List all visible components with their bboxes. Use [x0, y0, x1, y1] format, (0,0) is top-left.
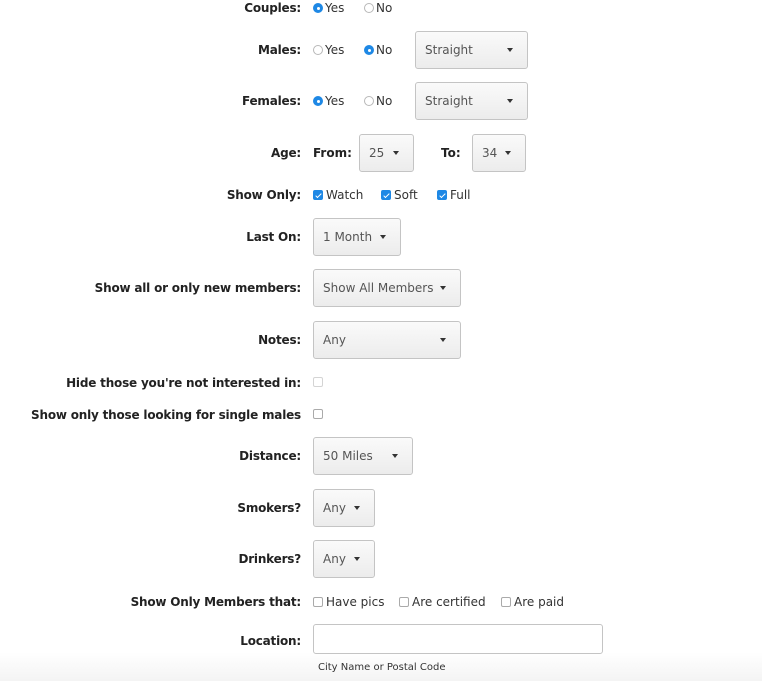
caret-down-icon	[354, 506, 360, 510]
females-no-radio[interactable]: No	[364, 94, 392, 108]
single-males-checkbox[interactable]	[313, 409, 326, 419]
caret-down-icon	[507, 48, 513, 52]
distance-select[interactable]: 50 Miles	[313, 437, 413, 475]
checkbox-unchecked-icon	[313, 597, 323, 607]
select-value: 50 Miles	[323, 449, 373, 463]
females-yes-radio[interactable]: Yes	[313, 94, 344, 108]
checkbox-label: Have pics	[326, 595, 385, 609]
radio-selected-icon	[313, 3, 323, 13]
show-only-soft-checkbox[interactable]: Soft	[381, 188, 418, 202]
distance-label: Distance:	[239, 449, 301, 463]
caret-down-icon	[354, 557, 360, 561]
caret-down-icon	[380, 235, 386, 239]
age-from-label: From:	[313, 146, 352, 160]
radio-label: No	[376, 43, 393, 57]
females-label: Females:	[241, 94, 301, 108]
checkbox-unchecked-icon	[313, 409, 323, 419]
females-orientation-select[interactable]: Straight	[415, 82, 528, 120]
show-only-watch-checkbox[interactable]: Watch	[313, 188, 363, 202]
smokers-label: Smokers?	[237, 501, 301, 515]
age-to-select[interactable]: 34	[472, 134, 526, 172]
checkbox-label: Watch	[326, 188, 364, 202]
radio-label: Yes	[325, 94, 345, 108]
location-label: Location:	[240, 634, 301, 648]
single-males-label: Show only those looking for single males	[31, 408, 301, 422]
select-value: Show All Members	[323, 281, 434, 295]
males-orientation-select[interactable]: Straight	[415, 31, 528, 69]
select-value: Straight	[425, 94, 473, 108]
last-on-label: Last On:	[246, 230, 301, 244]
caret-down-icon	[440, 286, 446, 290]
new-members-label: Show all or only new members:	[94, 281, 302, 295]
checkbox-checked-icon	[381, 190, 391, 200]
radio-label: No	[376, 1, 393, 15]
radio-selected-icon	[313, 96, 323, 106]
select-value: 1 Month	[323, 230, 373, 244]
select-value: 25	[369, 146, 385, 160]
age-from-select[interactable]: 25	[359, 134, 414, 172]
caret-down-icon	[393, 151, 399, 155]
couples-yes-radio[interactable]: Yes	[313, 1, 344, 15]
caret-down-icon	[507, 99, 513, 103]
caret-down-icon	[440, 338, 446, 342]
hide-not-interested-checkbox[interactable]	[313, 377, 326, 387]
checkbox-unchecked-icon	[399, 597, 409, 607]
checkbox-label: Are certified	[412, 595, 486, 609]
radio-label: Yes	[325, 43, 345, 57]
smokers-select[interactable]: Any	[313, 489, 375, 527]
select-value: Any	[323, 501, 346, 515]
age-to-label: To:	[441, 146, 461, 160]
last-on-select[interactable]: 1 Month	[313, 218, 401, 256]
males-label: Males:	[257, 43, 301, 57]
checkbox-unchecked-icon	[501, 597, 511, 607]
location-input[interactable]	[313, 624, 603, 654]
location-hint: City Name or Postal Code	[318, 662, 446, 673]
checkbox-checked-icon	[313, 190, 323, 200]
radio-unselected-icon	[313, 45, 323, 55]
males-no-radio[interactable]: No	[364, 43, 392, 57]
radio-selected-icon	[364, 45, 374, 55]
drinkers-label: Drinkers?	[238, 552, 301, 566]
drinkers-select[interactable]: Any	[313, 540, 375, 578]
select-value: 34	[482, 146, 498, 160]
age-label: Age:	[270, 146, 301, 160]
select-value: Any	[323, 333, 346, 347]
members-that-label: Show Only Members that:	[130, 595, 302, 609]
radio-label: Yes	[325, 1, 345, 15]
notes-label: Notes:	[258, 333, 301, 347]
checkbox-label: Are paid	[514, 595, 564, 609]
checkbox-checked-icon	[437, 190, 447, 200]
couples-label: Couples:	[244, 1, 301, 15]
caret-down-icon	[505, 151, 511, 155]
radio-unselected-icon	[364, 3, 374, 13]
have-pics-checkbox[interactable]: Have pics	[313, 595, 384, 609]
new-members-select[interactable]: Show All Members	[313, 269, 461, 307]
radio-unselected-icon	[364, 96, 374, 106]
checkbox-label: Full	[450, 188, 471, 202]
are-paid-checkbox[interactable]: Are paid	[501, 595, 564, 609]
males-yes-radio[interactable]: Yes	[313, 43, 344, 57]
select-value: Straight	[425, 43, 473, 57]
are-certified-checkbox[interactable]: Are certified	[399, 595, 486, 609]
caret-down-icon	[392, 454, 398, 458]
show-only-full-checkbox[interactable]: Full	[437, 188, 471, 202]
hide-not-interested-label: Hide those you're not interested in:	[66, 376, 301, 390]
couples-no-radio[interactable]: No	[364, 1, 392, 15]
notes-select[interactable]: Any	[313, 321, 461, 359]
select-value: Any	[323, 552, 346, 566]
radio-label: No	[376, 94, 393, 108]
checkbox-unchecked-icon	[313, 377, 323, 387]
checkbox-label: Soft	[394, 188, 418, 202]
show-only-label: Show Only:	[226, 188, 301, 202]
